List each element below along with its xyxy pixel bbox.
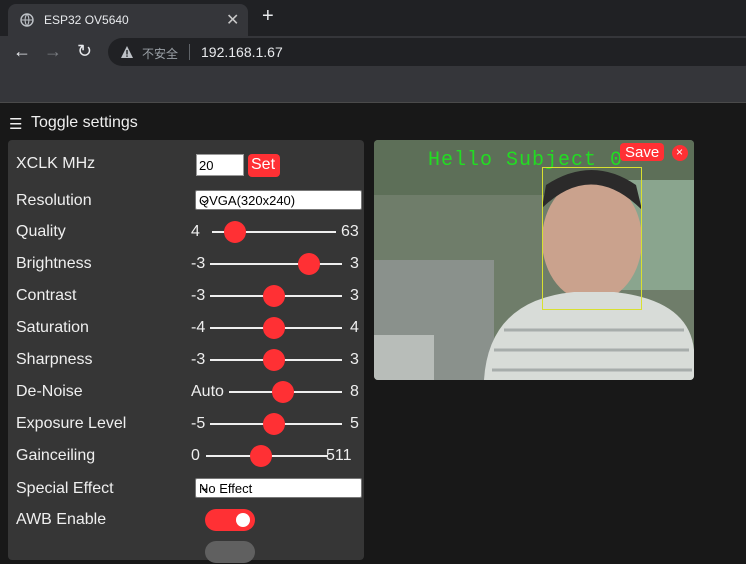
brightness-slider-thumb[interactable] xyxy=(298,253,320,275)
awb-toggle[interactable] xyxy=(205,509,255,531)
chevron-down-icon: ⌄ xyxy=(199,191,210,206)
chevron-down-icon: ⌄ xyxy=(199,479,210,494)
omnibox-divider xyxy=(189,44,190,60)
close-tab-icon[interactable]: ✕ xyxy=(226,10,239,30)
menu-icon[interactable]: ☰ xyxy=(9,115,22,133)
denoise-min: Auto xyxy=(191,383,224,400)
globe-icon xyxy=(20,13,34,27)
resolution-row: Resolution QVGA(320x240) ⌄ xyxy=(16,189,362,213)
sharpness-row: Sharpness -3 3 xyxy=(16,348,362,372)
contrast-label: Contrast xyxy=(16,287,77,304)
contrast-max: 3 xyxy=(350,287,359,304)
warning-icon xyxy=(121,46,133,58)
saturation-slider-thumb[interactable] xyxy=(263,317,285,339)
sharpness-min: -3 xyxy=(191,351,206,368)
awb-label: AWB Enable xyxy=(16,511,107,528)
saturation-row: Saturation -4 4 xyxy=(16,316,362,340)
gainceiling-label: Gainceiling xyxy=(16,447,96,464)
quality-min: 4 xyxy=(191,223,200,240)
brightness-max: 3 xyxy=(350,255,359,272)
toggle-settings-label[interactable]: Toggle settings xyxy=(31,114,138,132)
quality-max: 63 xyxy=(341,223,359,240)
xclk-row: XCLK MHz 20 Set xyxy=(16,152,362,177)
camera-stream: Hello Subject 0 xyxy=(374,140,694,380)
brightness-min: -3 xyxy=(191,255,206,272)
bookmarks-bar xyxy=(0,68,746,103)
sharpness-label: Sharpness xyxy=(16,351,93,368)
security-status[interactable]: 不安全 xyxy=(142,45,178,62)
sharpness-slider-thumb[interactable] xyxy=(263,349,285,371)
gainceiling-row: Gainceiling 0 511 xyxy=(16,444,362,468)
special-effect-row: Special Effect No Effect ⌄ xyxy=(16,477,362,501)
exposure-slider-thumb[interactable] xyxy=(263,413,285,435)
brightness-row: Brightness -3 3 xyxy=(16,252,362,276)
save-button[interactable]: Save xyxy=(620,143,664,161)
browser-tab[interactable]: ESP32 OV5640 ✕ xyxy=(8,4,248,36)
face-detection-box xyxy=(542,167,642,310)
close-stream-icon[interactable]: × xyxy=(672,145,688,161)
xclk-input[interactable]: 20 xyxy=(196,154,244,176)
awb-row: AWB Enable xyxy=(16,508,362,532)
tab-title: ESP32 OV5640 xyxy=(44,13,129,27)
xclk-value: 20 xyxy=(199,158,214,173)
save-button-label: Save xyxy=(625,144,660,161)
denoise-row: De-Noise Auto 8 xyxy=(16,380,362,404)
special-effect-label: Special Effect xyxy=(16,480,114,497)
next-toggle[interactable] xyxy=(205,541,255,563)
toggle-knob xyxy=(236,513,250,527)
set-button-label: Set xyxy=(251,156,276,173)
saturation-max: 4 xyxy=(350,319,359,336)
address-bar[interactable]: 不安全 192.168.1.67 xyxy=(108,38,746,66)
quality-row: Quality 4 63 xyxy=(16,220,362,244)
denoise-slider-thumb[interactable] xyxy=(272,381,294,403)
next-toggle-row xyxy=(16,540,362,564)
exposure-row: Exposure Level -5 5 xyxy=(16,412,362,436)
gainceiling-min: 0 xyxy=(191,447,200,464)
saturation-label: Saturation xyxy=(16,319,89,336)
resolution-label: Resolution xyxy=(16,192,92,209)
stream-image xyxy=(374,140,694,380)
brightness-label: Brightness xyxy=(16,255,92,272)
contrast-row: Contrast -3 3 xyxy=(16,284,362,308)
back-icon[interactable]: ← xyxy=(13,41,31,62)
forward-icon[interactable]: → xyxy=(44,41,62,62)
contrast-min: -3 xyxy=(191,287,206,304)
settings-panel: XCLK MHz 20 Set Resolution QVGA(320x240)… xyxy=(8,140,364,563)
exposure-min: -5 xyxy=(191,415,206,432)
denoise-max: 8 xyxy=(350,383,359,400)
contrast-slider-thumb[interactable] xyxy=(263,285,285,307)
url-text[interactable]: 192.168.1.67 xyxy=(201,44,283,60)
special-effect-select[interactable]: No Effect ⌄ xyxy=(195,478,362,498)
quality-slider-thumb[interactable] xyxy=(224,221,246,243)
close-glyph: × xyxy=(676,145,684,159)
tab-strip: ESP32 OV5640 ✕ + xyxy=(0,0,746,36)
reload-icon[interactable]: ↻ xyxy=(77,41,92,62)
gainceiling-max: 511 xyxy=(326,447,352,464)
gainceiling-slider-thumb[interactable] xyxy=(250,445,272,467)
browser-toolbar: ← → ↻ 不安全 192.168.1.67 xyxy=(0,36,746,68)
set-xclk-button[interactable]: Set xyxy=(248,154,280,177)
brightness-slider-track[interactable] xyxy=(210,263,342,265)
exposure-label: Exposure Level xyxy=(16,415,127,432)
saturation-min: -4 xyxy=(191,319,206,336)
denoise-label: De-Noise xyxy=(16,383,83,400)
new-tab-icon[interactable]: + xyxy=(262,5,274,28)
xclk-label: XCLK MHz xyxy=(16,155,96,172)
sharpness-max: 3 xyxy=(350,351,359,368)
exposure-max: 5 xyxy=(350,415,359,432)
resolution-select[interactable]: QVGA(320x240) ⌄ xyxy=(195,190,362,210)
quality-label: Quality xyxy=(16,223,66,240)
